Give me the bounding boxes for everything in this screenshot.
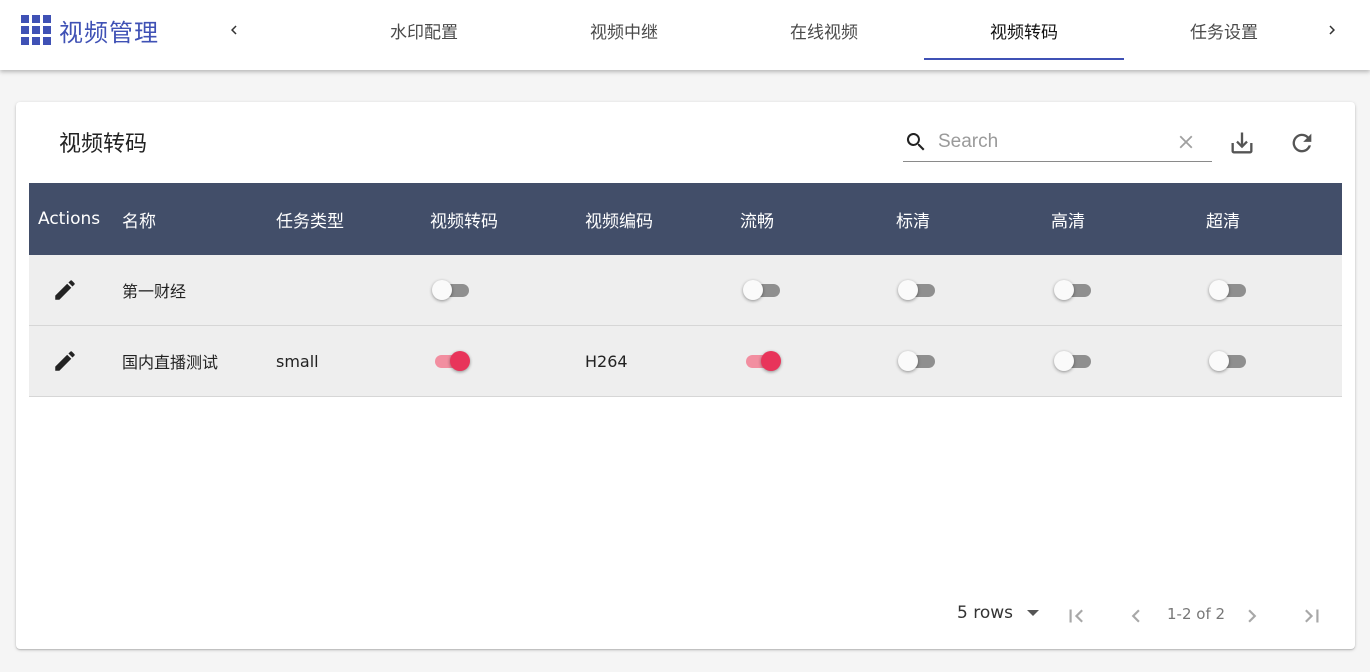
first-page-button[interactable] — [1063, 603, 1089, 629]
chevron-left-icon — [1131, 609, 1140, 623]
chevron-right-icon — [1248, 609, 1257, 623]
chevron-right-icon — [1329, 25, 1335, 35]
column-header-transcode[interactable]: 视频转码 — [430, 207, 498, 232]
search-input[interactable] — [938, 130, 1163, 153]
transcode-card: 视频转码 Actions 名称 任务类型 视频转码 视频编码 流畅 标清 高清 … — [16, 102, 1355, 649]
column-header-sd[interactable]: 标清 — [896, 207, 930, 232]
previous-page-button[interactable] — [1123, 603, 1149, 629]
search-box — [903, 122, 1212, 162]
transcode-switch[interactable] — [432, 350, 470, 372]
transcode-switch[interactable] — [432, 279, 470, 301]
tabs-scroll-right-button[interactable] — [1317, 14, 1347, 46]
tab-online-video[interactable]: 在线视频 — [724, 0, 924, 70]
pagination: 5 rows 1-2 of 2 — [16, 597, 1355, 633]
column-header-uhd[interactable]: 超清 — [1206, 207, 1240, 232]
refresh-button[interactable] — [1287, 128, 1317, 158]
page-range: 1-2 of 2 — [1167, 605, 1226, 623]
app-header: 视频管理 水印配置 视频中继 在线视频 视频转码 任务设置 — [0, 0, 1370, 70]
table-header: Actions 名称 任务类型 视频转码 视频编码 流畅 标清 高清 超清 — [29, 183, 1342, 255]
table-row: 第一财经 — [29, 255, 1342, 326]
hd-switch[interactable] — [1054, 279, 1092, 301]
apps-grid-icon[interactable] — [21, 15, 51, 45]
tab-task-settings[interactable]: 任务设置 — [1124, 0, 1324, 70]
download-icon — [1231, 132, 1253, 154]
sd-switch[interactable] — [898, 279, 936, 301]
next-page-button[interactable] — [1239, 603, 1265, 629]
tab-video-transcode[interactable]: 视频转码 — [924, 0, 1124, 70]
column-header-hd[interactable]: 高清 — [1051, 207, 1085, 232]
rows-per-page-value: 5 rows — [957, 603, 1013, 623]
pencil-icon — [55, 351, 75, 371]
chevron-left-icon — [231, 25, 237, 35]
hd-switch[interactable] — [1054, 350, 1092, 372]
smooth-switch[interactable] — [743, 279, 781, 301]
uhd-switch[interactable] — [1209, 279, 1247, 301]
page-title: 视频转码 — [59, 132, 148, 157]
first-page-icon — [1069, 609, 1083, 623]
refresh-icon — [1292, 133, 1312, 153]
rows-per-page-select[interactable]: 5 rows — [957, 603, 1039, 623]
column-header-name[interactable]: 名称 — [122, 207, 156, 232]
clear-search-icon[interactable] — [1175, 131, 1197, 153]
column-header-smooth[interactable]: 流畅 — [740, 207, 774, 232]
column-header-codec[interactable]: 视频编码 — [585, 207, 653, 232]
name-cell: 第一财经 — [122, 282, 187, 301]
column-header-task-type[interactable]: 任务类型 — [276, 207, 344, 232]
last-page-button[interactable] — [1299, 603, 1325, 629]
smooth-switch[interactable] — [743, 350, 781, 372]
edit-button[interactable] — [51, 276, 79, 304]
tab-video-relay[interactable]: 视频中继 — [524, 0, 724, 70]
table-row: 国内直播测试 small H264 — [29, 326, 1342, 397]
task-type-cell: small — [276, 351, 319, 371]
search-icon — [906, 132, 925, 150]
download-button[interactable] — [1227, 128, 1257, 158]
sd-switch[interactable] — [898, 350, 936, 372]
brand: 视频管理 — [21, 14, 159, 47]
last-page-icon — [1305, 609, 1319, 623]
tab-bar: 水印配置 视频中继 在线视频 视频转码 任务设置 — [324, 0, 1324, 70]
pencil-icon — [55, 280, 75, 300]
dropdown-caret-icon — [1027, 610, 1039, 616]
app-title: 视频管理 — [59, 18, 159, 47]
edit-button[interactable] — [51, 347, 79, 375]
tab-watermark-config[interactable]: 水印配置 — [324, 0, 524, 70]
codec-cell: H264 — [585, 351, 628, 371]
transcode-table: Actions 名称 任务类型 视频转码 视频编码 流畅 标清 高清 超清 第一… — [29, 183, 1342, 397]
name-cell: 国内直播测试 — [122, 353, 219, 372]
tabs-scroll-left-button[interactable] — [219, 14, 249, 46]
column-header-actions: Actions — [38, 209, 101, 229]
uhd-switch[interactable] — [1209, 350, 1247, 372]
